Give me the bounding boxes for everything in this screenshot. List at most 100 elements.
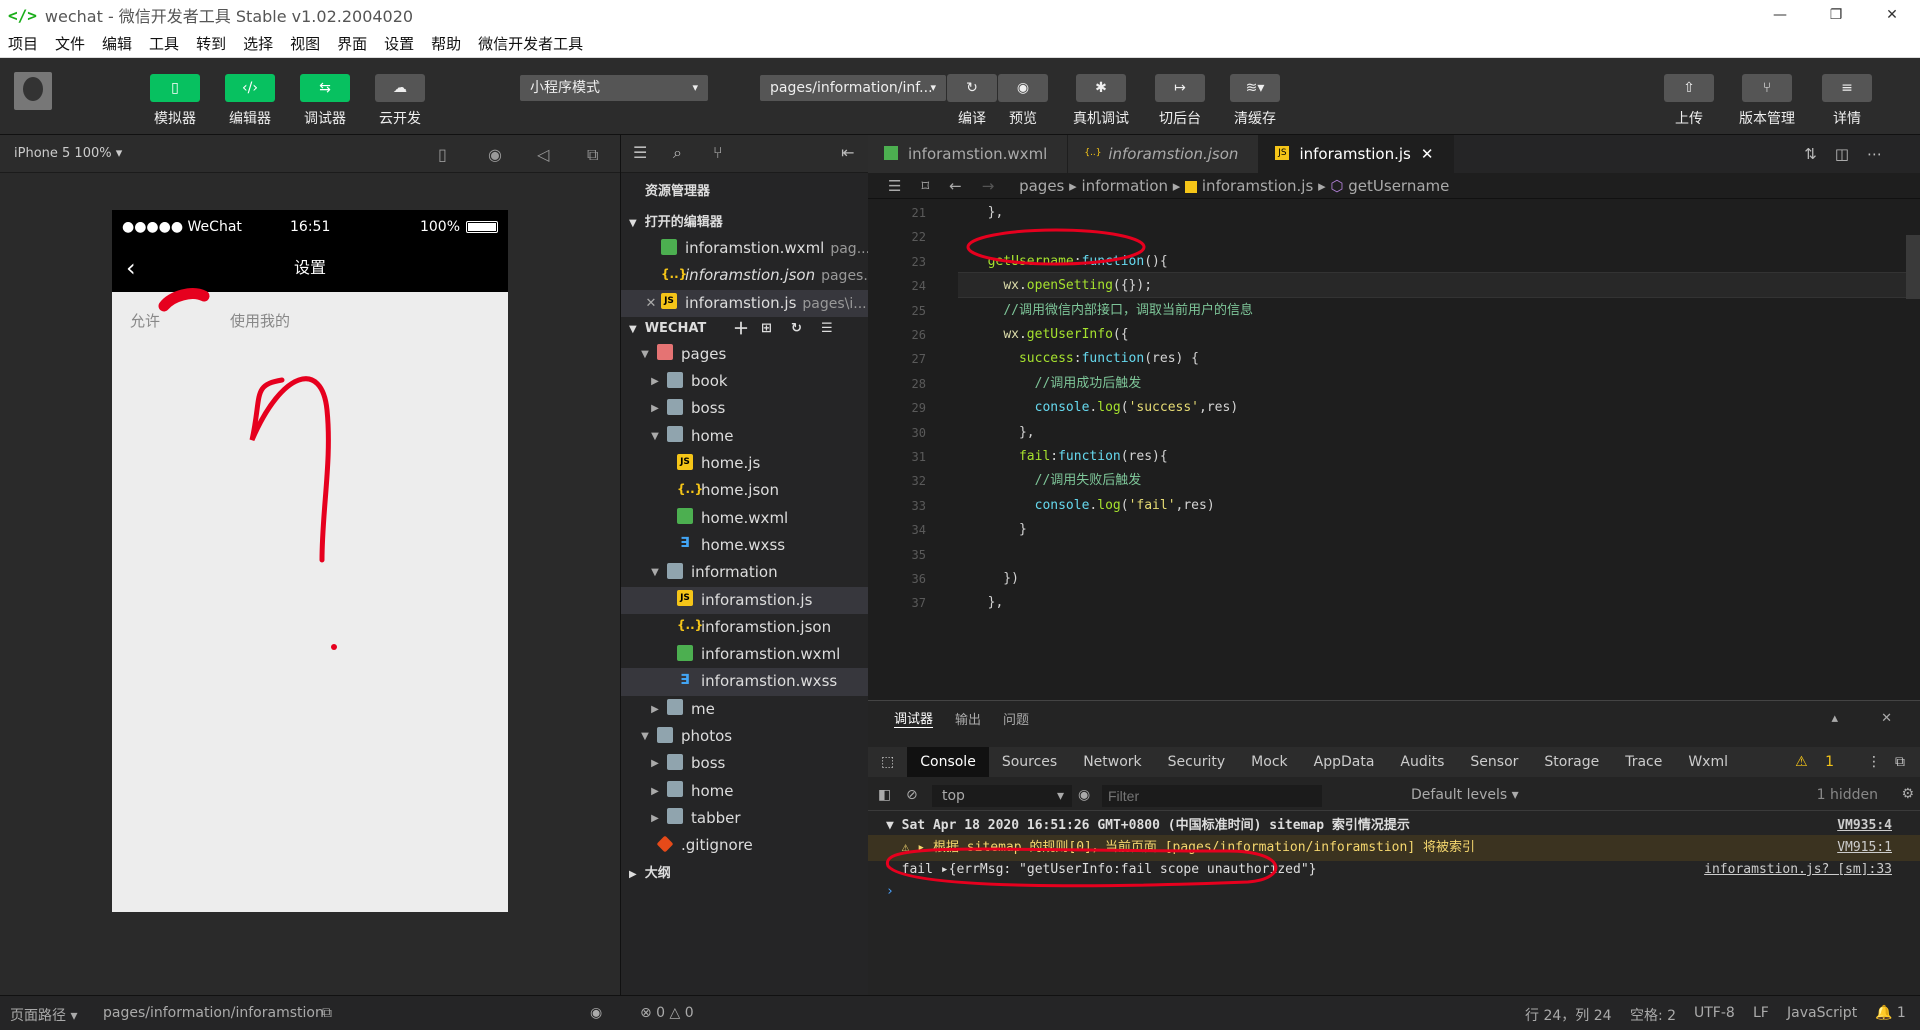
chevron-right-icon[interactable]: ▶ [649, 778, 661, 805]
upload-button[interactable]: ⇧ 上传 [1654, 74, 1724, 128]
copy-icon[interactable]: ⧉ [322, 1005, 332, 1021]
tree-item[interactable]: ▼ pages [621, 341, 868, 368]
eol[interactable]: LF [1753, 1005, 1769, 1021]
chevron-down-icon[interactable]: ▼ [649, 423, 661, 450]
tree-item[interactable]: ▼ home [621, 423, 868, 450]
menu-tools[interactable]: 工具 [149, 33, 179, 54]
tree-item[interactable]: ▶ book [621, 368, 868, 395]
open-editor-item[interactable]: ✕ JS inforamstion.js pages\i... [621, 289, 868, 317]
tree-item[interactable]: .gitignore [621, 832, 868, 859]
menu-help[interactable]: 帮助 [431, 33, 461, 54]
menu-icon: ≡ [1822, 74, 1872, 102]
debugger-toggle[interactable]: ⇆ 调试器 [290, 74, 360, 128]
collapse-panel-icon[interactable]: ⇤ [841, 143, 854, 162]
problems-count[interactable]: ⊗ 0 △ 0 [640, 1005, 694, 1021]
version-button[interactable]: ⑂ 版本管理 [1732, 74, 1802, 128]
phone-icon[interactable]: ▯ [438, 145, 447, 164]
new-folder-icon[interactable]: ⊞ [761, 317, 772, 341]
menu-project[interactable]: 项目 [8, 33, 38, 54]
tree-item[interactable]: ▶ boss [621, 750, 868, 777]
mode-select[interactable]: 小程序模式 [520, 75, 708, 101]
compile-mode-select[interactable]: pages/information/inf... [760, 75, 946, 101]
chevron-down-icon[interactable]: ▼ [649, 559, 661, 586]
chevron-right-icon[interactable]: ▶ [649, 696, 661, 723]
new-file-icon[interactable]: ＋ [733, 317, 749, 341]
tree-item[interactable]: ▶ home [621, 778, 868, 805]
cloud-icon: ☁ [375, 74, 425, 102]
tree-item[interactable]: {..}home.json [621, 477, 868, 504]
chevron-right-icon[interactable]: ▶ [649, 750, 661, 777]
collapse-all-icon[interactable]: ☰ [821, 317, 833, 341]
git-branch-icon[interactable]: ⑂ [713, 143, 723, 162]
eye-icon[interactable]: ◉ [590, 1005, 602, 1021]
notifications-icon[interactable]: 🔔 1 [1875, 1005, 1906, 1021]
minimize-button[interactable]: — [1752, 0, 1808, 30]
menu-wechat-devtools[interactable]: 微信开发者工具 [478, 33, 583, 54]
editor-toggle[interactable]: ‹/› 编辑器 [215, 74, 285, 128]
tree-item[interactable]: home.wxml [621, 505, 868, 532]
preview-button[interactable]: ◉ 预览 [988, 74, 1058, 128]
list-icon[interactable]: ☰ [633, 143, 647, 162]
main-toolbar: ▯ 模拟器 ‹/› 编辑器 ⇆ 调试器 ☁ 云开发 小程序模式 pages/inform… [0, 58, 1920, 135]
menu-settings[interactable]: 设置 [384, 33, 414, 54]
tree-item[interactable]: ▼ photos [621, 723, 868, 750]
folder-icon [667, 699, 683, 716]
simulator-toggle[interactable]: ▯ 模拟器 [140, 74, 210, 128]
avatar[interactable] [14, 72, 52, 110]
sound-icon[interactable]: ◁ [537, 145, 549, 164]
background-button[interactable]: ↦ 切后台 [1145, 74, 1215, 128]
detach-icon[interactable]: ⧉ [587, 145, 598, 165]
project-header[interactable]: ▼ WECHAT ＋ ⊞ ↻ ☰ [621, 317, 868, 341]
record-icon[interactable]: ◉ [488, 145, 502, 164]
close-icon[interactable]: ✕ [645, 290, 657, 317]
tree-item[interactable]: ▶ boss [621, 395, 868, 422]
details-button[interactable]: ≡ 详情 [1812, 74, 1882, 128]
open-editor-name: inforamstion.wxml [685, 239, 825, 257]
chevron-down-icon[interactable]: ▼ [639, 723, 651, 750]
refresh-icon[interactable]: ↻ [791, 317, 802, 341]
tree-item[interactable]: ▼ information [621, 559, 868, 586]
language-mode[interactable]: JavaScript [1787, 1005, 1857, 1021]
indent-setting[interactable]: 空格: 2 [1630, 1005, 1676, 1025]
chevron-right-icon[interactable]: ▶ [649, 805, 661, 832]
close-window-button[interactable]: ✕ [1864, 0, 1920, 30]
open-editors-header[interactable]: ▼ 打开的编辑器 [621, 211, 868, 235]
tree-item[interactable]: ∃ home.wxss [621, 532, 868, 559]
menu-edit[interactable]: 编辑 [102, 33, 132, 54]
folder-icon [667, 371, 683, 388]
chevron-down-icon: ▼ [629, 323, 637, 335]
cursor-position[interactable]: 行 24，列 24 [1525, 1005, 1612, 1025]
tree-item-label: .gitignore [681, 836, 753, 855]
tree-item[interactable]: ▶ tabber [621, 805, 868, 832]
open-editor-name: inforamstion.js [685, 293, 797, 312]
maximize-button[interactable]: ❐ [1808, 0, 1864, 30]
editor-label: 编辑器 [229, 111, 271, 127]
outline-header[interactable]: ▶ 大纲 [621, 862, 868, 886]
clear-cache-button[interactable]: ≋▾ 清缓存 [1220, 74, 1290, 128]
menu-goto[interactable]: 转到 [196, 33, 226, 54]
chevron-right-icon[interactable]: ▶ [649, 395, 661, 422]
tree-item[interactable]: JS inforamstion.js [621, 586, 868, 614]
menu-file[interactable]: 文件 [55, 33, 85, 54]
folder-icon [667, 781, 683, 798]
tree-item[interactable]: inforamstion.wxml [621, 641, 868, 668]
cloud-button[interactable]: ☁ 云开发 [365, 74, 435, 128]
chevron-down-icon[interactable]: ▼ [639, 341, 651, 368]
page-path-label[interactable]: 页面路径 ▾ [10, 1005, 77, 1025]
search-icon[interactable]: ⌕ [673, 143, 682, 163]
menu-interface[interactable]: 界面 [337, 33, 367, 54]
tree-item[interactable]: JS home.js [621, 450, 868, 477]
tree-item-label: tabber [691, 808, 741, 827]
menu-view[interactable]: 视图 [290, 33, 320, 54]
details-label: 详情 [1833, 111, 1861, 127]
real-device-debug-button[interactable]: ✱ 真机调试 [1066, 74, 1136, 128]
open-editor-item[interactable]: inforamstion.wxml pag... [621, 235, 868, 262]
chevron-right-icon[interactable]: ▶ [649, 368, 661, 395]
tree-item[interactable]: ▶ me [621, 696, 868, 723]
encoding[interactable]: UTF-8 [1694, 1005, 1735, 1021]
device-select[interactable]: iPhone 5 100% ▾ [14, 146, 122, 161]
menu-select[interactable]: 选择 [243, 33, 273, 54]
open-editor-item[interactable]: {..}inforamstion.json pages... [621, 262, 868, 289]
tree-item[interactable]: ∃ inforamstion.wxss [621, 668, 868, 696]
tree-item[interactable]: {..}inforamstion.json [621, 614, 868, 641]
